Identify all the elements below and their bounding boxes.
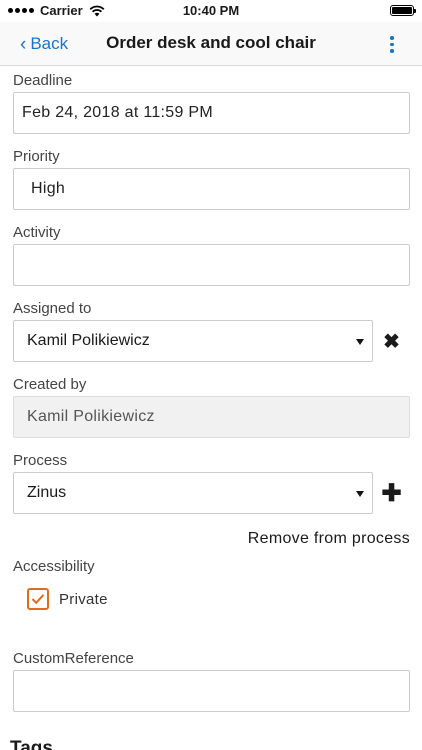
assigned-to-select[interactable]: Kamil Polikiewicz: [13, 320, 373, 362]
more-vertical-icon[interactable]: [390, 36, 396, 53]
tags-heading: Tags: [10, 738, 53, 750]
activity-label: Activity: [13, 224, 61, 241]
accessibility-label: Accessibility: [13, 558, 95, 575]
plus-icon[interactable]: ✚: [373, 472, 410, 514]
task-form: Deadline Feb 24, 2018 at 11:59 PM Priori…: [13, 66, 410, 712]
status-time: 10:40 PM: [182, 3, 240, 18]
deadline-field[interactable]: Feb 24, 2018 at 11:59 PM: [13, 92, 410, 134]
deadline-label: Deadline: [13, 72, 73, 89]
close-icon[interactable]: ✖: [373, 320, 410, 362]
caret-down-icon: [356, 491, 364, 497]
private-checkbox-row[interactable]: Private: [27, 588, 410, 610]
priority-label: Priority: [13, 148, 60, 165]
checkmark-icon: [31, 594, 45, 605]
assigned-to-row: Kamil Polikiewicz ✖: [13, 320, 410, 362]
process-row: Zinus ✚: [13, 472, 410, 514]
navigation-bar: ‹ Back Order desk and cool chair: [0, 22, 422, 66]
page-title: Order desk and cool chair: [106, 33, 316, 52]
process-value: Zinus: [27, 484, 67, 501]
custom-reference-field[interactable]: [13, 670, 410, 712]
created-by-label: Created by: [13, 376, 87, 393]
assigned-to-value: Kamil Polikiewicz: [27, 332, 150, 349]
caret-down-icon: [356, 339, 364, 345]
activity-field[interactable]: [13, 244, 410, 286]
custom-reference-label: CustomReference: [13, 650, 134, 667]
battery-icon: [390, 5, 416, 16]
process-label: Process: [13, 452, 68, 469]
private-checkbox[interactable]: [27, 588, 49, 610]
private-label: Private: [59, 590, 108, 608]
assigned-to-label: Assigned to: [13, 300, 92, 317]
priority-field[interactable]: High: [13, 168, 410, 210]
created-by-field: Kamil Polikiewicz: [13, 396, 410, 438]
remove-from-process-link[interactable]: Remove from process: [13, 530, 410, 550]
status-bar: Carrier 10:40 PM: [0, 0, 422, 22]
process-select[interactable]: Zinus: [13, 472, 373, 514]
